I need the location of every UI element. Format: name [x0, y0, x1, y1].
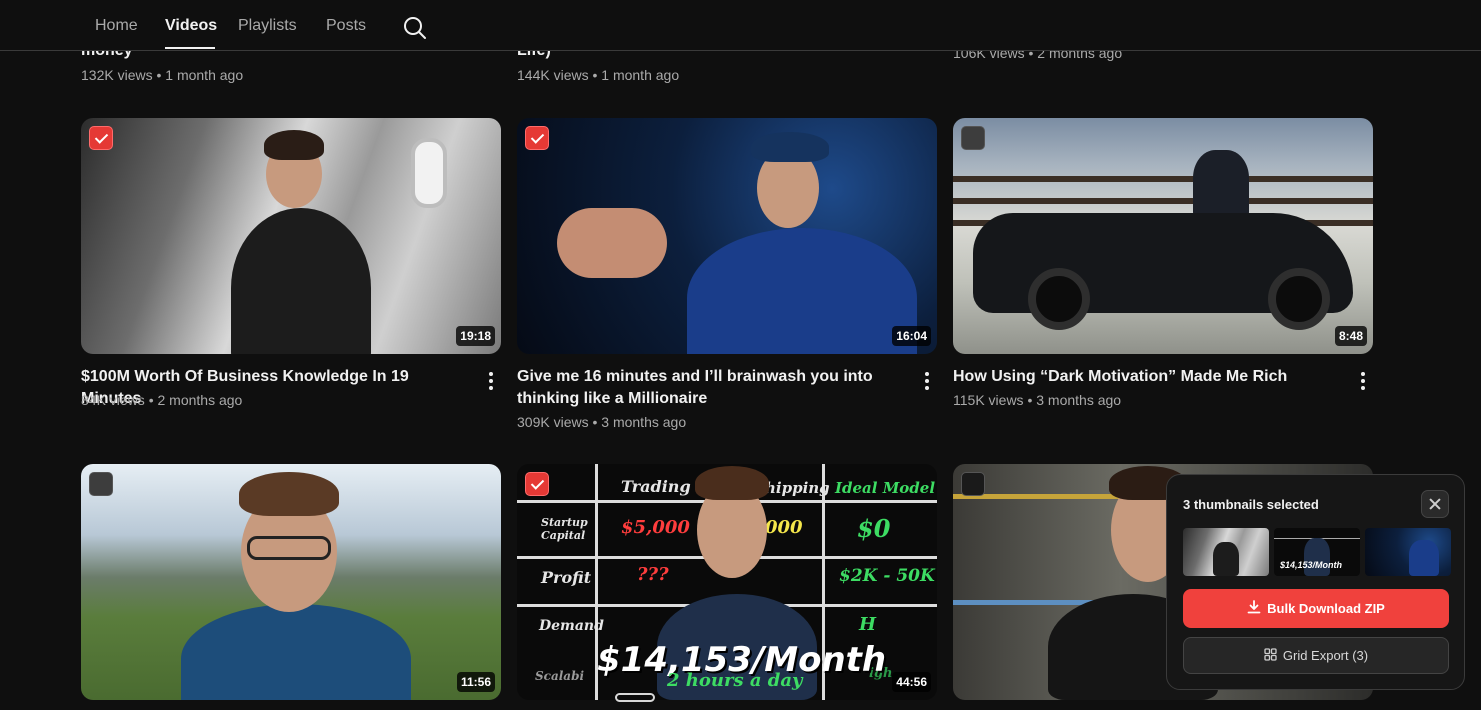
- grid-export-button[interactable]: Grid Export (3): [1183, 637, 1449, 674]
- board-header: Ideal Model: [835, 479, 936, 497]
- person-figure: [231, 208, 371, 354]
- person-figure: [1304, 538, 1330, 576]
- board-header: Trading: [621, 477, 691, 496]
- more-options-icon[interactable]: [479, 369, 503, 393]
- bulk-download-zip-button[interactable]: Bulk Download ZIP: [1183, 589, 1449, 628]
- select-checkbox[interactable]: [961, 472, 985, 496]
- tab-playlists[interactable]: Playlists: [238, 17, 297, 35]
- tab-home[interactable]: Home: [95, 17, 138, 35]
- board-row-label: Profit: [541, 568, 592, 587]
- fence-rail: [953, 198, 1373, 204]
- person-hair: [239, 472, 339, 516]
- selection-count: 3 thumbnails selected: [1183, 497, 1319, 512]
- duration-badge: 19:18: [456, 326, 495, 346]
- video-thumbnail[interactable]: 19:18: [81, 118, 501, 354]
- select-checkbox[interactable]: [89, 126, 113, 150]
- grid-export-label: Grid Export (3): [1282, 648, 1369, 663]
- person-figure: [1193, 150, 1249, 220]
- select-checkbox[interactable]: [89, 472, 113, 496]
- board-cell: H: [859, 614, 877, 635]
- board-cell: ???: [637, 564, 669, 585]
- more-options-icon[interactable]: [915, 369, 939, 393]
- car-wheel: [1268, 268, 1330, 330]
- duration-badge: 11:56: [456, 672, 495, 692]
- video-thumbnail[interactable]: Trading hipping Ideal Model Startup Capi…: [517, 464, 937, 700]
- video-meta: 132K views • 1 month ago: [81, 67, 244, 83]
- person-figure: [1409, 540, 1439, 576]
- active-tab-underline: [165, 47, 215, 49]
- selected-thumbnail[interactable]: $14,153/Month: [1274, 528, 1360, 576]
- board-row-label: Demand: [539, 618, 604, 634]
- board-header: hipping: [765, 479, 830, 497]
- select-checkbox[interactable]: [961, 126, 985, 150]
- video-meta: 84K views • 2 months ago: [81, 392, 243, 408]
- person-figure: [1213, 542, 1239, 576]
- duration-badge: 44:56: [892, 672, 931, 692]
- board-cell: $2K - 50K: [839, 566, 935, 586]
- close-icon[interactable]: [1421, 490, 1449, 518]
- download-icon: [1247, 600, 1261, 617]
- select-checkbox[interactable]: [525, 126, 549, 150]
- mini-caption: $14,153/Month: [1280, 560, 1343, 570]
- video-thumbnail[interactable]: 11:56: [81, 464, 501, 700]
- grid-icon: [1264, 647, 1277, 664]
- channel-tabs-bar: Home Videos Playlists Posts: [0, 0, 1481, 51]
- scroll-indicator: [615, 693, 655, 702]
- jet-window: [411, 138, 447, 208]
- bulk-download-label: Bulk Download ZIP: [1267, 601, 1385, 616]
- video-meta: 115K views • 3 months ago: [953, 392, 1122, 408]
- video-title[interactable]: How Using “Dark Motivation” Made Me Rich: [953, 366, 1343, 388]
- board-row-label: Scalabi: [535, 669, 585, 683]
- person-hands: [557, 208, 667, 278]
- tab-videos[interactable]: Videos: [165, 17, 217, 35]
- duration-badge: 8:48: [1334, 326, 1367, 346]
- person-hair: [264, 130, 324, 160]
- more-options-icon[interactable]: [1351, 369, 1375, 393]
- person-cap: [751, 132, 829, 162]
- duration-badge: 16:04: [892, 326, 931, 346]
- board-row-label: Startup Capital: [541, 516, 588, 542]
- video-thumbnail[interactable]: 16:04: [517, 118, 937, 354]
- tab-posts[interactable]: Posts: [326, 17, 366, 35]
- search-icon[interactable]: [402, 15, 428, 41]
- thumb-subline: 2 hours a day: [667, 670, 803, 691]
- bulk-selection-panel: 3 thumbnails selected $14,153/Month Bulk…: [1166, 474, 1465, 690]
- selected-thumbnail[interactable]: [1365, 528, 1451, 576]
- board-cell: $5,000: [621, 517, 690, 538]
- fence-rail: [953, 176, 1373, 182]
- video-title[interactable]: Give me 16 minutes and I’ll brainwash yo…: [517, 366, 915, 410]
- video-thumbnail[interactable]: 8:48: [953, 118, 1373, 354]
- video-meta: 144K views • 1 month ago: [517, 67, 680, 83]
- select-checkbox[interactable]: [525, 472, 549, 496]
- car-wheel: [1028, 268, 1090, 330]
- selected-thumbnail[interactable]: [1183, 528, 1269, 576]
- person-hair: [695, 466, 769, 500]
- board-cell: 000: [765, 517, 803, 538]
- board-cell: $0: [857, 514, 891, 543]
- video-meta: 309K views • 3 months ago: [517, 414, 687, 430]
- glasses: [247, 536, 331, 560]
